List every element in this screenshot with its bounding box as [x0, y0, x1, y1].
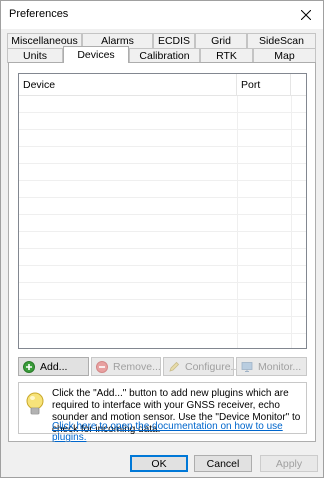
add-icon	[23, 360, 35, 373]
grid-line	[19, 214, 306, 215]
documentation-link[interactable]: Click here to open the documentation on …	[52, 421, 306, 443]
grid-line	[19, 299, 306, 300]
tab-ecdis[interactable]: ECDIS	[153, 33, 195, 48]
column-header-device[interactable]: Device	[19, 74, 237, 95]
column-divider	[291, 96, 292, 348]
tab-grid[interactable]: Grid	[195, 33, 247, 48]
grid-line	[19, 180, 306, 181]
monitor-button[interactable]: Monitor...	[236, 357, 307, 376]
grid-line	[19, 163, 306, 164]
monitor-icon	[241, 361, 253, 372]
column-header-port[interactable]: Port	[237, 74, 291, 95]
window-title: Preferences	[9, 8, 69, 20]
remove-button[interactable]: Remove...	[91, 357, 161, 376]
grid-line	[19, 146, 306, 147]
apply-button[interactable]: Apply	[260, 455, 318, 472]
grid-line	[19, 282, 306, 283]
info-panel: Click the "Add..." button to add new plu…	[18, 382, 307, 443]
title-bar: Preferences	[1, 1, 323, 29]
tab-units[interactable]: Units	[7, 48, 63, 63]
grid-line	[19, 197, 306, 198]
tab-rtk[interactable]: RTK	[200, 48, 253, 63]
grid-line	[19, 265, 306, 266]
grid-line	[19, 129, 306, 130]
grid-line	[19, 333, 306, 334]
preferences-window: Preferences Miscellaneous Alarms ECDIS G…	[0, 0, 324, 478]
grid-line	[19, 248, 306, 249]
remove-icon	[96, 360, 108, 373]
pencil-icon	[169, 361, 180, 372]
header-divider	[19, 95, 306, 96]
tab-map[interactable]: Map	[253, 48, 316, 63]
cancel-button[interactable]: Cancel	[194, 455, 252, 472]
close-icon	[301, 10, 311, 20]
column-divider	[237, 96, 238, 348]
lightbulb-icon	[26, 392, 44, 415]
tab-sidescan[interactable]: SideScan	[247, 33, 316, 48]
grid-line	[19, 231, 306, 232]
ok-button[interactable]: OK	[130, 455, 188, 472]
grid-line	[19, 316, 306, 317]
close-button[interactable]	[289, 1, 323, 29]
add-button[interactable]: Add...	[18, 357, 89, 376]
tab-devices[interactable]: Devices	[63, 46, 129, 63]
device-list[interactable]: Device Port	[18, 73, 307, 349]
grid-line	[19, 112, 306, 113]
tab-calibration[interactable]: Calibration	[129, 48, 200, 63]
configure-button[interactable]: Configure...	[163, 357, 239, 376]
